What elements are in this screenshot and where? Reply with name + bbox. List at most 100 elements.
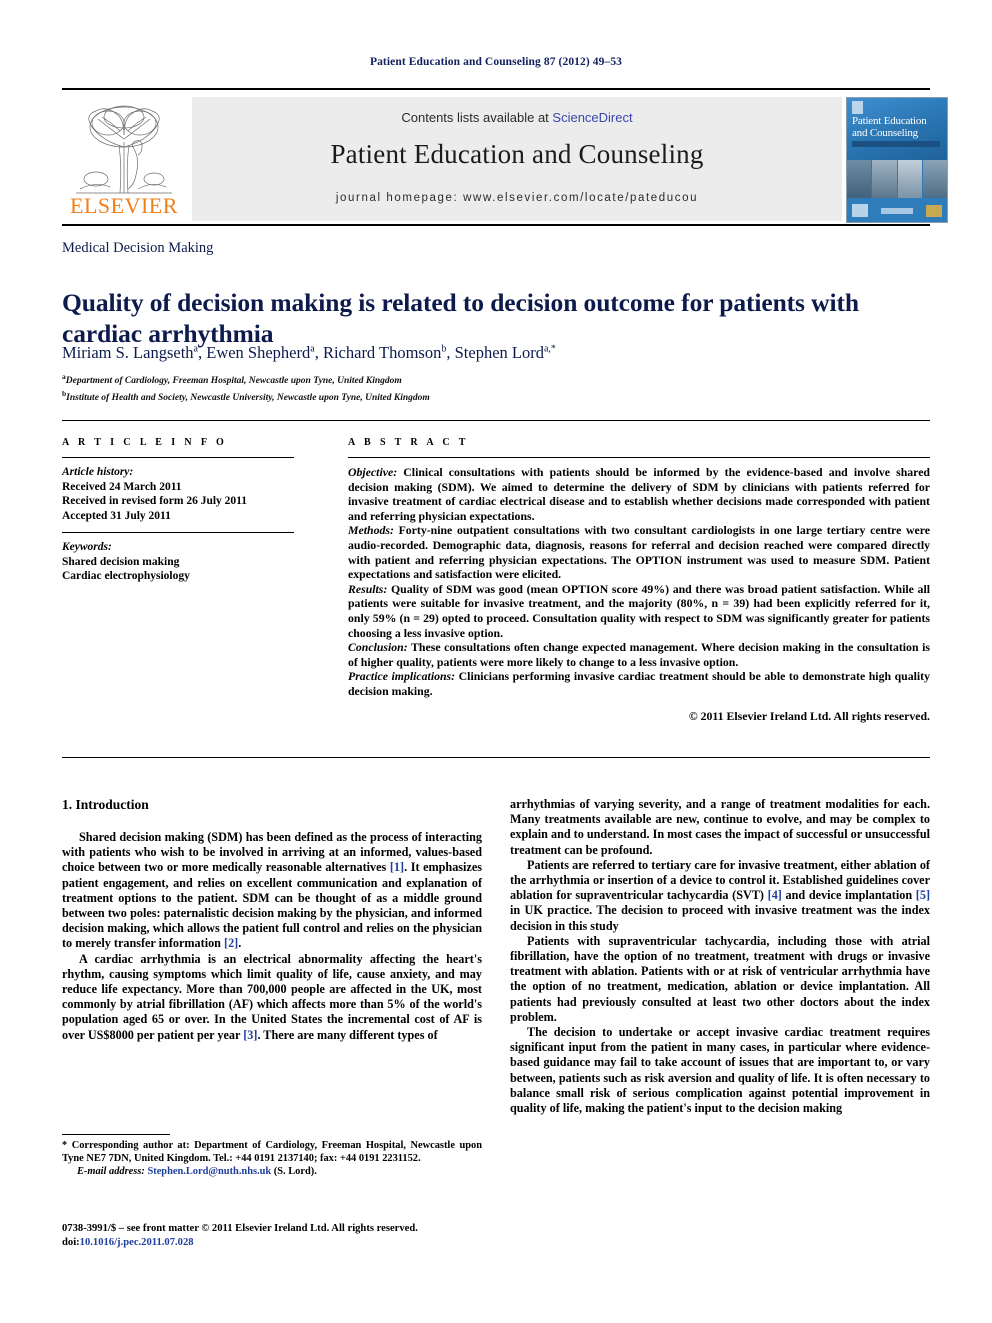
abstract-methods: Methods: Forty-nine outpatient consultat…: [348, 523, 930, 581]
body-right-paragraph-1: arrhythmias of varying severity, and a r…: [510, 797, 930, 857]
email-label: E-mail address:: [77, 1166, 145, 1177]
history-revised: Received in revised form 26 July 2011: [62, 495, 248, 507]
page-title: Quality of decision making is related to…: [62, 288, 859, 349]
corresponding-author-note: * Corresponding author at: Department of…: [62, 1140, 482, 1164]
body-column-left: Shared decision making (SDM) has been de…: [62, 830, 482, 1043]
article-info-heading: A R T I C L E I N F O: [62, 437, 228, 448]
body-column-right: arrhythmias of varying severity, and a r…: [510, 797, 930, 1116]
heading-introduction: 1. Introduction: [62, 797, 149, 812]
cover-title-line2: and Counseling: [852, 126, 918, 139]
cover-header: Patient Education and Counseling: [847, 98, 947, 160]
article-info-rule-1: [62, 457, 294, 458]
cover-subtitle-bar: [852, 141, 940, 147]
keywords-group: Keywords: Shared decision making Cardiac…: [62, 540, 294, 584]
abstract-heading: A B S T R A C T: [348, 437, 469, 448]
issn-front-matter: 0738-3991/$ – see front matter © 2011 El…: [62, 1223, 418, 1234]
cover-logo-left-icon: [852, 204, 868, 217]
elsevier-wordmark: ELSEVIER: [70, 193, 178, 218]
contents-prefix: Contents lists available at: [401, 110, 553, 125]
abstract-methods-label: Methods:: [348, 523, 394, 538]
cover-logo-middle-icon: [881, 208, 913, 214]
article-page: Patient Education and Counseling 87 (201…: [0, 0, 992, 1323]
body-left-paragraph-1: Shared decision making (SDM) has been de…: [62, 830, 482, 951]
affiliation-list: aDepartment of Cardiology, Freeman Hospi…: [62, 371, 922, 404]
abstract-column: A B S T R A C T Objective: Clinical cons…: [348, 437, 930, 723]
article-history-label: Article history:: [62, 466, 134, 478]
history-received: Received 24 March 2011: [62, 480, 182, 493]
author-3: Richard Thomsonb: [322, 343, 447, 362]
journal-homepage[interactable]: journal homepage: www.elsevier.com/locat…: [192, 192, 842, 204]
affiliation-a: aDepartment of Cardiology, Freeman Hospi…: [62, 371, 922, 388]
abstract-practice-implications: Practice implications: Clinicians perfor…: [348, 669, 930, 698]
body-right-paragraph-3: Patients with supraventricular tachycard…: [510, 933, 930, 1024]
author-4: Stephen Lorda,*: [454, 343, 556, 362]
footnote-block: * Corresponding author at: Department of…: [62, 1139, 482, 1178]
masthead-bottom-rule: [62, 224, 930, 226]
article-history: Article history: Received 24 March 2011 …: [62, 465, 294, 523]
journal-title: Patient Education and Counseling: [330, 139, 704, 169]
author-2: Ewen Shepherda: [206, 343, 315, 362]
author-3-mark: b: [441, 343, 447, 355]
contents-line: Contents lists available at ScienceDirec…: [192, 110, 842, 125]
abstract-practice-label: Practice implications:: [348, 669, 456, 684]
abstract-conclusion-text: These consultations often change expecte…: [348, 640, 930, 669]
doi-link[interactable]: 10.1016/j.pec.2011.07.028: [80, 1237, 194, 1248]
abstract-block-top-rule: [62, 420, 930, 421]
cover-logo-right-icon: [926, 205, 942, 217]
doi-line: doi:10.1016/j.pec.2011.07.028: [62, 1236, 502, 1250]
abstract-objective-text: Clinical consultations with patients sho…: [348, 465, 930, 523]
imprint-block: 0738-3991/$ – see front matter © 2011 El…: [62, 1222, 502, 1249]
email-link[interactable]: Stephen.Lord@nuth.nhs.uk: [147, 1166, 271, 1177]
keyword-2: Cardiac electrophysiology: [62, 570, 190, 582]
footnote-rule: [62, 1134, 170, 1135]
abstract-results-text: Quality of SDM was good (mean OPTION sco…: [348, 581, 930, 640]
keywords-label: Keywords:: [62, 541, 112, 553]
keyword-1: Shared decision making: [62, 555, 180, 568]
elsevier-logo: ELSEVIER: [62, 97, 186, 221]
author-list: Miriam S. Langsetha, Ewen Shepherda, Ric…: [62, 343, 556, 362]
abstract-rule: [348, 457, 930, 458]
email-line: E-mail address: Stephen.Lord@nuth.nhs.uk…: [62, 1165, 482, 1178]
abstract-conclusion: Conclusion: These consultations often ch…: [348, 640, 930, 669]
doi-label: doi:: [62, 1236, 80, 1248]
body-left-paragraph-2: A cardiac arrhythmia is an electrical ab…: [62, 951, 482, 1042]
author-2-mark: a: [310, 343, 315, 355]
abstract-methods-text: Forty-nine outpatient consultations with…: [348, 523, 930, 582]
cover-photo-1: [847, 160, 872, 198]
email-owner: (S. Lord).: [273, 1166, 317, 1177]
affiliation-b-text: Institute of Health and Society, Newcast…: [66, 392, 430, 403]
journal-masthead: ELSEVIER Contents lists available at Sci…: [62, 88, 948, 223]
cover-title: Patient Education and Counseling: [852, 115, 927, 139]
body-right-paragraph-2: Patients are referred to tertiary care f…: [510, 857, 931, 933]
cover-photo-strip: [847, 160, 947, 198]
abstract-results: Results: Quality of SDM was good (mean O…: [348, 582, 930, 640]
abstract-objective-label: Objective:: [348, 465, 398, 479]
cover-elsevier-icon: [852, 101, 863, 114]
body-right-paragraph-4: The decision to undertake or accept inva…: [510, 1025, 930, 1116]
journal-cover-thumbnail: Patient Education and Counseling: [846, 97, 948, 223]
history-accepted: Accepted 31 July 2011: [62, 509, 171, 522]
author-1: Miriam S. Langsetha: [62, 343, 198, 362]
cover-photo-4: [922, 160, 947, 198]
abstract-copyright: © 2011 Elsevier Ireland Ltd. All rights …: [688, 708, 930, 723]
abstract-body: Objective: Clinical consultations with p…: [348, 465, 930, 723]
abstract-objective: Objective: Clinical consultations with p…: [348, 465, 930, 523]
cover-footer: [847, 198, 947, 222]
author-4-mark: a,*: [543, 343, 556, 355]
article-section-name: Medical Decision Making: [62, 240, 214, 256]
article-info-column: A R T I C L E I N F O Article history: R…: [62, 437, 294, 584]
cover-photo-3: [897, 160, 922, 198]
affiliation-b: bInstitute of Health and Society, Newcas…: [62, 388, 922, 405]
abstract-results-label: Results:: [348, 581, 388, 596]
affiliation-a-text: Department of Cardiology, Freeman Hospit…: [65, 376, 402, 387]
author-1-mark: a: [193, 343, 198, 355]
sciencedirect-link[interactable]: ScienceDirect: [552, 110, 632, 125]
cover-title-line1: Patient Education: [852, 115, 927, 127]
cover-photo-2: [872, 160, 897, 198]
running-head: Patient Education and Counseling 87 (201…: [369, 56, 623, 68]
article-info-rule-2: [62, 532, 294, 533]
journal-banner: Contents lists available at ScienceDirec…: [192, 97, 842, 221]
abstract-block-bottom-rule: [62, 757, 930, 758]
abstract-conclusion-label: Conclusion:: [348, 640, 408, 655]
